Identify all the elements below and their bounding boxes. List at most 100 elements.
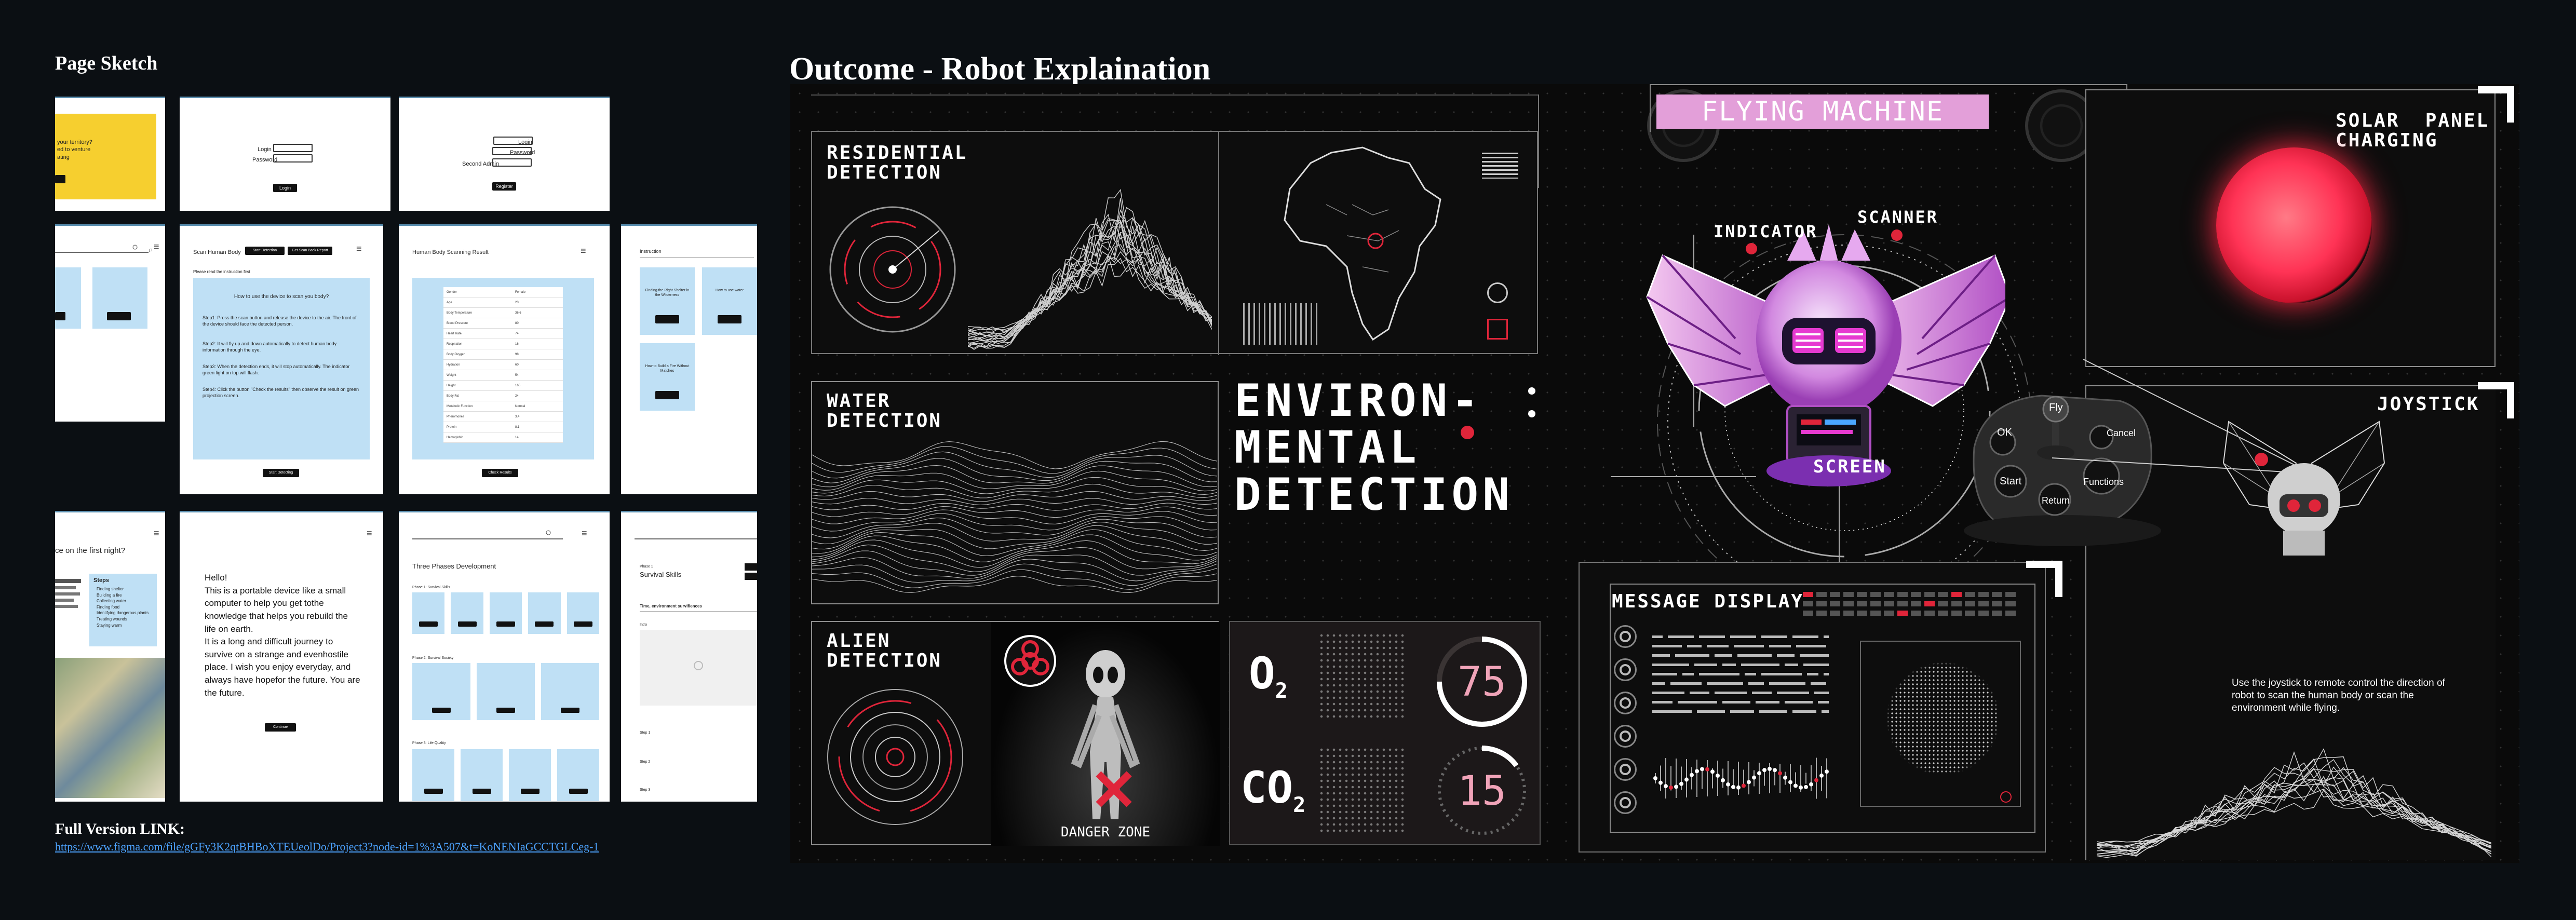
- menu-icon[interactable]: ≡: [367, 528, 372, 539]
- sketch-frame-first-night[interactable]: ≡ ce on the first night? Steps Finding s…: [55, 511, 165, 802]
- hello-line: computer to help you get tothe: [205, 598, 324, 608]
- sketch-frame-skills[interactable]: Instruction Finding the Right Shelter in…: [621, 224, 757, 494]
- survival-step: Step 1: [640, 731, 651, 735]
- skill-card[interactable]: How to Build a Fire Without Matches: [640, 343, 695, 411]
- play-icon[interactable]: [694, 661, 703, 670]
- video-placeholder[interactable]: [640, 630, 757, 706]
- phase-card[interactable]: [451, 592, 483, 634]
- phases-title: Three Phases Development: [412, 562, 496, 570]
- phase-card-button[interactable]: [496, 621, 515, 627]
- result-title: Human Body Scanning Result: [412, 249, 489, 255]
- register-password-input[interactable]: [492, 147, 532, 155]
- register-login-input[interactable]: [493, 137, 533, 145]
- phase-card-button[interactable]: [424, 789, 443, 794]
- radar-icon: [829, 206, 956, 333]
- biohazard-icon: [1004, 635, 1056, 687]
- menu-icon[interactable]: ≡: [582, 528, 587, 539]
- scan-report-tab[interactable]: Get Scan Back Report: [288, 247, 332, 255]
- instruction-tab[interactable]: Instruction: [640, 249, 662, 255]
- menu-icon[interactable]: ≡: [154, 241, 159, 252]
- result-panel: Gender Female Age 23 Body Temperature 36.6 Blo…: [412, 278, 594, 459]
- solar-panel: SOLAR PANEL CHARGING: [2085, 89, 2496, 367]
- phase-card[interactable]: [489, 592, 522, 634]
- message-display-panel: MESSAGE DISPLAY: [1579, 562, 2046, 853]
- sketch-frame-phases[interactable]: ○ ≡ Three Phases Development Phase 1: Su…: [399, 511, 610, 802]
- start-detecting-button[interactable]: Start Detecting: [263, 469, 299, 477]
- instruction-question: How to use the device to scan you body?: [234, 294, 329, 300]
- skill-card-button[interactable]: [718, 315, 741, 323]
- register-button[interactable]: Register: [492, 182, 516, 191]
- environmental-title: ENVIRON- MENTAL DETECTION: [1234, 375, 1514, 521]
- phase-card[interactable]: [567, 592, 599, 634]
- water-title: WATER DETECTION: [827, 390, 942, 431]
- phase-card[interactable]: [528, 592, 561, 634]
- skill-card-button[interactable]: [655, 391, 679, 399]
- phase-card-button[interactable]: [419, 621, 438, 627]
- password-input[interactable]: [273, 154, 313, 163]
- login-button[interactable]: Login: [273, 184, 297, 192]
- phase-card-button[interactable]: [432, 708, 451, 713]
- sketch-frame-scan-result[interactable]: Human Body Scanning Result ≡ Gender Femal…: [399, 224, 610, 494]
- return-button[interactable]: Return: [2042, 495, 2070, 506]
- flying-machine-title: FLYING MACHINE: [1656, 94, 1989, 129]
- phase-card-button[interactable]: [457, 621, 477, 627]
- search-icon[interactable]: ⌕: [149, 246, 153, 255]
- hello-line: This is a portable device like a small: [205, 585, 346, 596]
- phase-card[interactable]: [477, 663, 535, 720]
- phase-card[interactable]: [461, 749, 503, 801]
- menu-icon[interactable]: ≡: [581, 246, 586, 256]
- continue-button[interactable]: Continue: [265, 723, 296, 732]
- sketch-frame-menu[interactable]: ⌕ ○ ≡: [55, 224, 165, 422]
- phase-card[interactable]: [412, 663, 470, 720]
- result-row: Body Temperature 36.6: [443, 308, 563, 318]
- page-sketch-heading: Page Sketch: [55, 52, 158, 74]
- phase-card-button[interactable]: [569, 789, 588, 794]
- phase-card[interactable]: [509, 749, 551, 801]
- result-value: 16: [515, 343, 519, 346]
- skill-card[interactable]: Finding the Right Shelter in the Wildern…: [640, 267, 695, 335]
- solar-title: SOLAR PANEL CHARGING: [2336, 110, 2490, 151]
- skill-card-label: Finding the Right Shelter in the Wildern…: [645, 289, 690, 297]
- phase-card-button[interactable]: [561, 708, 579, 713]
- skill-card-label: How to Build a Fire Without Matches: [645, 364, 690, 373]
- search-icon[interactable]: ○: [545, 527, 551, 539]
- result-label: Body Fat: [447, 395, 460, 398]
- step-item: Treating wounds: [97, 616, 127, 621]
- phase-card[interactable]: [557, 749, 599, 801]
- sketch-frame-hello[interactable]: ≡ Hello! This is a portable device like …: [180, 511, 383, 802]
- result-row: Blood Pressure 80: [443, 318, 563, 329]
- login-input[interactable]: [273, 144, 313, 152]
- search-icon[interactable]: ○: [132, 241, 138, 253]
- phase-card-button[interactable]: [573, 621, 592, 627]
- check-results-button[interactable]: Check Results: [482, 469, 518, 477]
- menu-card-button[interactable]: [55, 312, 65, 320]
- result-label: Respiration: [447, 343, 463, 346]
- o2-subscript: 2: [1275, 679, 1288, 703]
- sketch-frame-intro[interactable]: your territory? ed to venture ating: [55, 97, 165, 211]
- phase-card-button[interactable]: [535, 621, 554, 627]
- sketch-frame-survival[interactable]: Phase 1 Survival Skills Time, environmen…: [621, 511, 757, 802]
- phase-card[interactable]: [412, 592, 445, 634]
- menu-icon[interactable]: ≡: [154, 528, 159, 539]
- indicator-label: INDICATOR: [1714, 222, 1818, 241]
- phase-card-button[interactable]: [496, 708, 515, 713]
- phase-card[interactable]: [541, 663, 599, 720]
- skill-card[interactable]: How to use water: [702, 267, 757, 335]
- phase-card-button[interactable]: [472, 789, 491, 794]
- phase-card[interactable]: [412, 749, 454, 801]
- phase-label: Phase 3: Life Quality: [412, 741, 446, 745]
- start-detection-tab[interactable]: Start Detection: [245, 247, 285, 255]
- sketch-frame-scan-instruction[interactable]: Scan Human Body Start Detection Get Scan…: [180, 224, 383, 494]
- phase-card-button[interactable]: [520, 789, 540, 794]
- result-row: Body Oxygen 98: [443, 349, 563, 360]
- intro-button[interactable]: [55, 175, 65, 183]
- second-admin-input[interactable]: [492, 158, 532, 167]
- water-wave-wireframe: [812, 441, 1218, 593]
- sketch-frame-register[interactable]: Login Password Second Admin Register: [399, 97, 610, 211]
- skill-card-button[interactable]: [655, 315, 679, 323]
- sketch-frame-login[interactable]: Login Password Login: [180, 97, 390, 211]
- menu-icon[interactable]: ≡: [356, 243, 362, 254]
- result-label: Gender: [447, 291, 457, 294]
- figma-link[interactable]: https://www.figma.com/file/gGFy3K2qtBHBo…: [55, 840, 599, 854]
- menu-card-button[interactable]: [107, 312, 131, 320]
